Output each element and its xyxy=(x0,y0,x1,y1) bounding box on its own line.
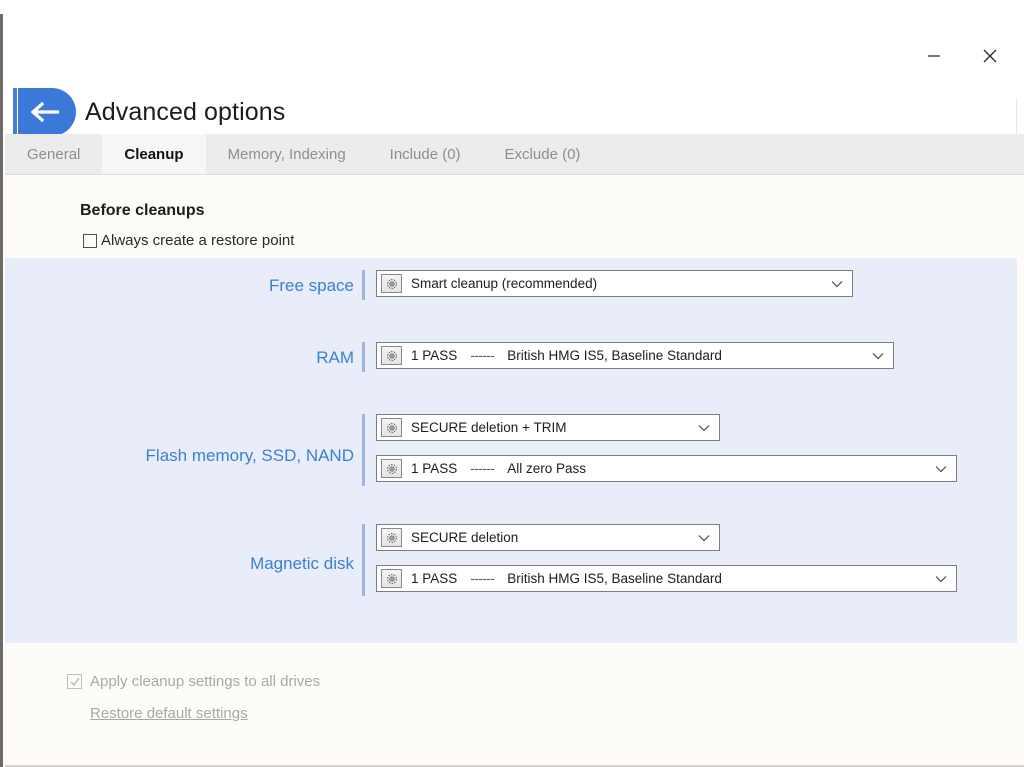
settings-row-separator-3 xyxy=(362,524,365,596)
settings-row-separator-1 xyxy=(362,342,365,372)
page-title: Advanced options xyxy=(85,98,286,126)
gear-icon xyxy=(386,350,397,361)
dropdown-value-3-0: SECURE deletion xyxy=(411,530,519,545)
apply-to-all-drives-row[interactable]: Apply cleanup settings to all drives xyxy=(67,673,320,690)
gear-icon xyxy=(386,422,397,433)
dropdown-dash: ------ xyxy=(470,571,495,586)
apply-to-all-drives-label: Apply cleanup settings to all drives xyxy=(90,673,321,690)
tab-memory-indexing[interactable]: Memory, Indexing xyxy=(206,134,368,175)
restore-default-settings-link[interactable]: Restore default settings xyxy=(90,705,248,722)
back-button-pill xyxy=(18,88,76,136)
window-top-strip xyxy=(0,0,1024,14)
dropdown-chevron[interactable] xyxy=(698,529,710,547)
always-create-restore-point-row[interactable]: Always create a restore point xyxy=(83,232,294,249)
chevron-down-icon xyxy=(698,534,710,541)
settings-row-label-0: Free space xyxy=(268,276,354,295)
dropdown-pass-label: 1 PASS xyxy=(411,571,458,586)
gear-icon xyxy=(386,532,397,543)
back-arrow-icon xyxy=(30,101,59,123)
always-create-restore-point-checkbox[interactable] xyxy=(83,233,97,248)
dropdown-pass-label: 1 PASS xyxy=(411,461,458,476)
gear-icon-button[interactable] xyxy=(381,274,402,293)
apply-to-all-drives-checkbox[interactable] xyxy=(67,674,82,689)
settings-row-separator-2 xyxy=(362,414,365,486)
settings-row-label-1: RAM xyxy=(316,348,354,367)
before-cleanups-heading: Before cleanups xyxy=(80,202,205,219)
cleanup-settings-panel: Free space Smart cleanup (recommended) RAM… xyxy=(5,258,1017,643)
dropdown-method-label: All zero Pass xyxy=(507,461,587,476)
dropdown-value-2-0: SECURE deletion + TRIM xyxy=(411,420,567,435)
dropdown-dash: ------ xyxy=(470,348,495,363)
gear-icon-button[interactable] xyxy=(381,528,402,547)
minimize-icon xyxy=(928,55,940,57)
dropdown-chevron[interactable] xyxy=(935,460,947,478)
dropdown-3-1[interactable]: 1 PASS ------ British HMG IS5, Baseline St… xyxy=(376,565,957,592)
tab-exclude-0[interactable]: Exclude (0) xyxy=(483,134,603,175)
gear-icon-button[interactable] xyxy=(381,418,402,437)
settings-row-label-3: Magnetic disk xyxy=(250,554,354,573)
window-controls xyxy=(906,36,1018,76)
chevron-down-icon xyxy=(698,424,710,431)
always-create-restore-point-label: Always create a restore point xyxy=(101,232,295,249)
gear-icon-button[interactable] xyxy=(381,459,402,478)
back-button[interactable] xyxy=(13,88,77,136)
dropdown-value-3-1: 1 PASS ------ British HMG IS5, Baseline St… xyxy=(411,571,722,586)
dropdown-value-1-0: 1 PASS ------ British HMG IS5, Baseline St… xyxy=(411,348,722,363)
gear-icon xyxy=(386,278,397,289)
gear-icon-button[interactable] xyxy=(381,569,402,588)
close-button[interactable] xyxy=(962,36,1018,76)
checkmark-icon xyxy=(70,677,80,686)
tab-include-0[interactable]: Include (0) xyxy=(368,134,483,175)
content-area: Before cleanups Always create a restore … xyxy=(5,175,1024,767)
gear-icon xyxy=(386,463,397,474)
settings-row-separator-0 xyxy=(362,270,365,300)
dropdown-0-0[interactable]: Smart cleanup (recommended) xyxy=(376,270,853,297)
settings-row-label-2: Flash memory, SSD, NAND xyxy=(145,446,354,465)
dropdown-2-1[interactable]: 1 PASS ------ All zero Pass xyxy=(376,455,957,482)
chevron-down-icon xyxy=(935,465,947,472)
dropdown-chevron[interactable] xyxy=(872,347,884,365)
gear-icon xyxy=(386,573,397,584)
gear-icon-button[interactable] xyxy=(381,346,402,365)
dropdown-2-0[interactable]: SECURE deletion + TRIM xyxy=(376,414,720,441)
dropdown-3-0[interactable]: SECURE deletion xyxy=(376,524,720,551)
dropdown-chevron[interactable] xyxy=(698,419,710,437)
chevron-down-icon xyxy=(935,575,947,582)
dropdown-chevron[interactable] xyxy=(935,570,947,588)
dropdown-1-0[interactable]: 1 PASS ------ British HMG IS5, Baseline St… xyxy=(376,342,894,369)
tab-strip: General Cleanup Memory, Indexing Include (0… xyxy=(5,134,1024,175)
dropdown-value-2-1: 1 PASS ------ All zero Pass xyxy=(411,461,586,476)
dropdown-chevron[interactable] xyxy=(831,275,843,293)
dropdown-method-label: British HMG IS5, Baseline Standard xyxy=(507,571,722,586)
dropdown-dash: ------ xyxy=(470,461,495,476)
chevron-down-icon xyxy=(872,352,884,359)
minimize-button[interactable] xyxy=(906,36,962,76)
advanced-options-window: Advanced options General Cleanup Memory, I… xyxy=(0,0,1024,767)
tab-cleanup[interactable]: Cleanup xyxy=(102,134,206,175)
title-bar: Advanced options xyxy=(5,14,1024,140)
back-button-accent-bar xyxy=(13,88,17,136)
close-icon xyxy=(983,49,997,63)
tab-general[interactable]: General xyxy=(5,134,102,175)
dropdown-value-0-0: Smart cleanup (recommended) xyxy=(411,276,598,291)
chevron-down-icon xyxy=(831,280,843,287)
dropdown-method-label: British HMG IS5, Baseline Standard xyxy=(507,348,722,363)
dropdown-pass-label: 1 PASS xyxy=(411,348,458,363)
